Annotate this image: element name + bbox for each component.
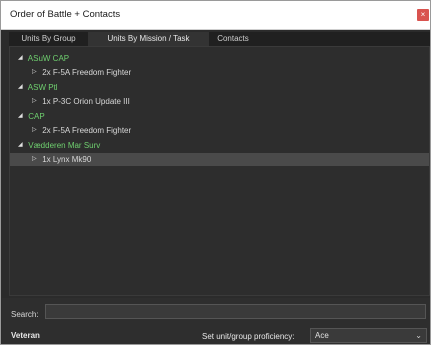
search-label: Search: xyxy=(11,310,39,319)
proficiency-select[interactable]: Ace ⌄ xyxy=(310,328,427,343)
close-button[interactable]: × xyxy=(417,9,429,21)
tab-label: Contacts xyxy=(217,34,249,43)
tab-units-by-mission[interactable]: Units By Mission / Task xyxy=(88,32,209,46)
tree-unit-row[interactable]: ▷ 1x P-3C Orion Update III xyxy=(10,95,430,108)
tree-unit-row[interactable]: ▷ 2x F-5A Freedom Fighter xyxy=(10,124,430,137)
expanded-icon[interactable]: ◢ xyxy=(18,81,26,94)
current-proficiency: Veteran xyxy=(11,331,40,340)
tree-unit-row-selected[interactable]: ▷ 1x Lynx Mk90 xyxy=(10,153,429,166)
group-label: CAP xyxy=(28,112,45,121)
unit-label: 2x F-5A Freedom Fighter xyxy=(42,68,132,77)
chevron-down-icon: ⌄ xyxy=(415,331,422,340)
tree-group-row[interactable]: ◢ ASW Ptl xyxy=(10,81,430,94)
collapsed-icon[interactable]: ▷ xyxy=(32,66,40,79)
unit-tree: ◢ ASuW CAP ▷ 2x F-5A Freedom Fighter ◢ A… xyxy=(9,46,430,296)
collapsed-icon[interactable]: ▷ xyxy=(32,153,40,166)
group-label: ASW Ptl xyxy=(27,83,58,92)
tree-group-row[interactable]: ◢ ASuW CAP xyxy=(10,52,430,65)
unit-label: 2x F-5A Freedom Fighter xyxy=(42,126,132,135)
order-of-battle-window: Order of Battle + Contacts × Units By Gr… xyxy=(0,0,431,345)
unit-label: 1x Lynx Mk90 xyxy=(42,155,92,164)
expanded-icon[interactable]: ◢ xyxy=(18,139,26,152)
group-label: Vædderen Mar Surv xyxy=(28,141,101,150)
collapsed-icon[interactable]: ▷ xyxy=(32,124,40,137)
tree-group-row[interactable]: ◢ Vædderen Mar Surv xyxy=(10,139,430,152)
proficiency-label: Set unit/group proficiency: xyxy=(202,332,295,341)
proficiency-value: Ace xyxy=(315,331,329,340)
tab-label: Units By Group xyxy=(21,34,76,43)
unit-label: 1x P-3C Orion Update III xyxy=(42,97,130,106)
tab-bar: Units By Group Units By Mission / Task C… xyxy=(9,32,430,46)
bottom-panel: Search: Veteran Set unit/group proficien… xyxy=(2,298,430,344)
title-bar[interactable]: Order of Battle + Contacts × xyxy=(1,1,430,30)
collapsed-icon[interactable]: ▷ xyxy=(32,95,40,108)
tree-group-row[interactable]: ◢ CAP xyxy=(10,110,430,123)
expanded-icon[interactable]: ◢ xyxy=(18,110,26,123)
tab-contacts[interactable]: Contacts xyxy=(209,32,257,46)
tab-units-by-group[interactable]: Units By Group xyxy=(9,32,88,46)
expanded-icon[interactable]: ◢ xyxy=(18,52,26,65)
window-title: Order of Battle + Contacts xyxy=(10,9,121,20)
group-label: ASuW CAP xyxy=(27,54,70,63)
close-icon: × xyxy=(420,10,426,19)
tree-unit-row[interactable]: ▷ 2x F-5A Freedom Fighter xyxy=(10,66,430,79)
search-input[interactable] xyxy=(45,304,426,319)
tab-label: Units By Mission / Task xyxy=(107,34,190,43)
